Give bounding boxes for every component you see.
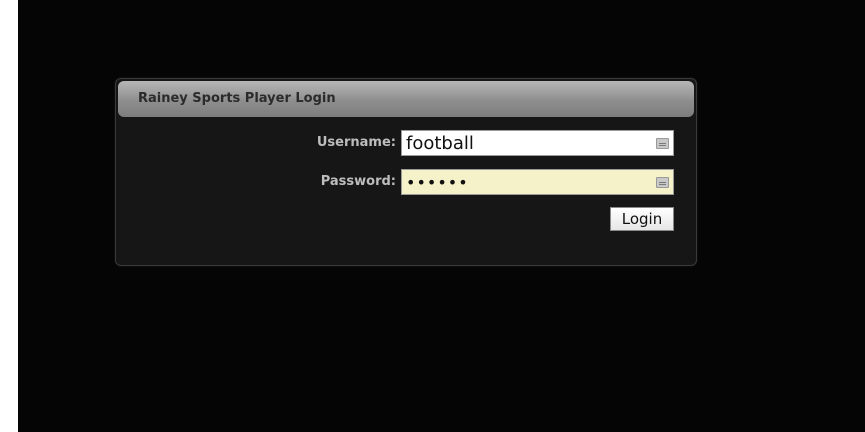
password-label: Password: (320, 174, 396, 189)
password-field[interactable] (401, 169, 674, 195)
username-label: Username: (316, 135, 396, 150)
login-button[interactable]: Login (610, 207, 674, 231)
username-field[interactable] (401, 130, 674, 156)
login-panel: Rainey Sports Player Login Username: Pas… (115, 78, 697, 266)
password-input[interactable] (402, 170, 652, 194)
keyboard-icon[interactable] (656, 177, 669, 188)
username-input[interactable] (402, 131, 652, 155)
keyboard-icon[interactable] (656, 138, 669, 149)
panel-header: Rainey Sports Player Login (118, 81, 694, 117)
panel-title: Rainey Sports Player Login (138, 91, 336, 106)
page-background: Rainey Sports Player Login Username: Pas… (18, 0, 865, 432)
